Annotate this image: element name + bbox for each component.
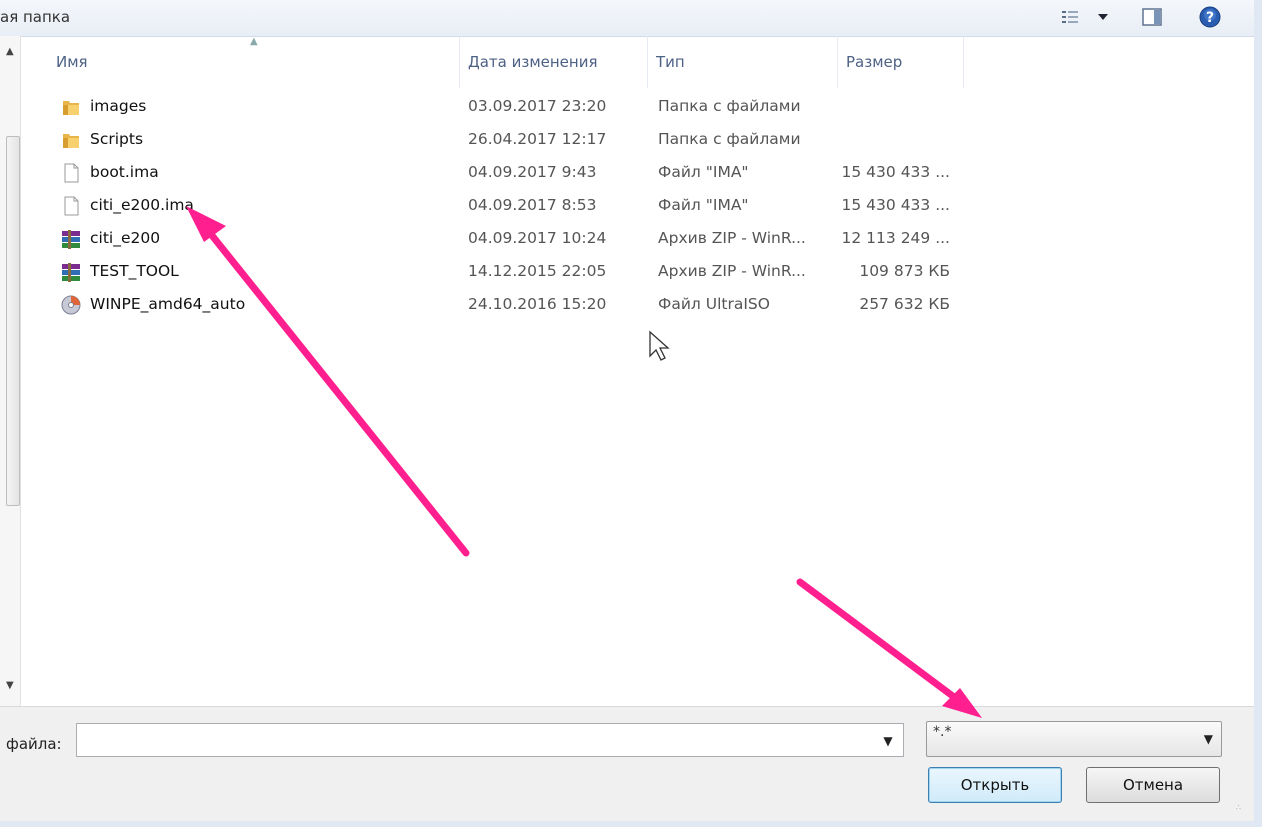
column-type-label: Тип: [656, 53, 685, 71]
scrollbar-thumb[interactable]: [6, 136, 20, 506]
folder-icon: [60, 96, 82, 118]
file-date: 26.04.2017 12:17: [468, 130, 607, 148]
filename-label: файла:: [6, 735, 62, 753]
scroll-up-icon[interactable]: ▲: [6, 46, 14, 57]
file-type: Папка с файлами: [658, 130, 801, 148]
list-item[interactable]: Scripts 26.04.2017 12:17 Папка с файлами: [56, 125, 956, 155]
file-icon: [60, 195, 82, 217]
file-type: Архив ZIP - WinR...: [658, 262, 806, 280]
window-frame-right: [1254, 0, 1262, 827]
list-item[interactable]: citi_e200 04.09.2017 10:24 Архив ZIP - W…: [56, 224, 956, 254]
file-date: 24.10.2016 15:20: [468, 295, 607, 313]
list-item[interactable]: WINPE_amd64_auto 24.10.2016 15:20 Файл U…: [56, 290, 956, 320]
winrar-archive-icon: [60, 228, 82, 250]
file-name: images: [90, 97, 147, 115]
column-header-type[interactable]: Тип: [648, 36, 838, 88]
file-name: TEST_TOOL: [90, 262, 179, 280]
file-name: boot.ima: [90, 163, 159, 181]
file-name: citi_e200.ima: [90, 196, 194, 214]
toolbar: ая папка ?: [0, 0, 1254, 37]
file-type: Архив ZIP - WinR...: [658, 229, 806, 247]
list-item[interactable]: images 03.09.2017 23:20 Папка с файлами: [56, 92, 956, 122]
column-header-date[interactable]: Дата изменения: [460, 36, 648, 88]
sort-ascending-icon: ▲: [250, 36, 258, 47]
file-size: 109 873 КБ: [859, 262, 950, 280]
file-type-filter-value: *.*: [933, 724, 952, 740]
cancel-button[interactable]: Отмена: [1086, 767, 1220, 803]
window-frame-bottom: [0, 821, 1262, 827]
file-date: 04.09.2017 9:43: [468, 163, 597, 181]
column-size-label: Размер: [846, 53, 903, 71]
open-button[interactable]: Открыть: [928, 767, 1062, 803]
preview-pane-icon[interactable]: [1140, 6, 1164, 28]
svg-text:?: ?: [1206, 10, 1214, 26]
file-type: Файл UltraISO: [658, 295, 770, 313]
file-date: 04.09.2017 8:53: [468, 196, 597, 214]
column-header-name[interactable]: Имя ▲: [48, 36, 460, 88]
filename-input[interactable]: [76, 723, 904, 757]
list-item[interactable]: citi_e200.ima 04.09.2017 8:53 Файл "IMA"…: [56, 191, 956, 221]
file-date: 14.12.2015 22:05: [468, 262, 607, 280]
resize-grip-icon[interactable]: ∴: [1236, 803, 1242, 812]
breadcrumb[interactable]: ая папка: [0, 8, 70, 26]
file-name: WINPE_amd64_auto: [90, 295, 246, 313]
chevron-down-icon[interactable]: [1094, 6, 1112, 28]
file-size: 12 113 249 ...: [841, 229, 950, 247]
column-name-label: Имя: [56, 53, 88, 71]
vertical-scrollbar[interactable]: ▲ ▼: [0, 36, 21, 706]
column-date-label: Дата изменения: [468, 53, 598, 71]
file-size: 15 430 433 ...: [841, 196, 950, 214]
chevron-down-icon: ▼: [1203, 732, 1213, 746]
folder-icon: [60, 129, 82, 151]
scroll-down-icon[interactable]: ▼: [6, 680, 14, 691]
filename-dropdown-icon[interactable]: ▼: [874, 727, 902, 755]
view-options-icon[interactable]: [1058, 6, 1082, 28]
help-icon[interactable]: ?: [1198, 6, 1222, 28]
file-type: Файл "IMA": [658, 196, 749, 214]
file-name: citi_e200: [90, 229, 161, 247]
file-type-filter[interactable]: *.* ▼: [926, 721, 1222, 757]
file-type: Папка с файлами: [658, 97, 801, 115]
dialog-footer: файла: ▼ *.* ▼ Открыть Отмена ∴: [0, 706, 1254, 822]
file-type: Файл "IMA": [658, 163, 749, 181]
file-name: Scripts: [90, 130, 144, 148]
column-header-size[interactable]: Размер: [838, 36, 964, 88]
file-icon: [60, 162, 82, 184]
disc-image-icon: [60, 294, 82, 316]
list-item[interactable]: boot.ima 04.09.2017 9:43 Файл "IMA" 15 4…: [56, 158, 956, 188]
winrar-archive-icon: [60, 261, 82, 283]
file-size: 257 632 КБ: [859, 295, 950, 313]
list-item[interactable]: TEST_TOOL 14.12.2015 22:05 Архив ZIP - W…: [56, 257, 956, 287]
file-size: 15 430 433 ...: [841, 163, 950, 181]
file-date: 04.09.2017 10:24: [468, 229, 607, 247]
annotation-arrow-to-filter: [796, 578, 982, 718]
file-date: 03.09.2017 23:20: [468, 97, 607, 115]
